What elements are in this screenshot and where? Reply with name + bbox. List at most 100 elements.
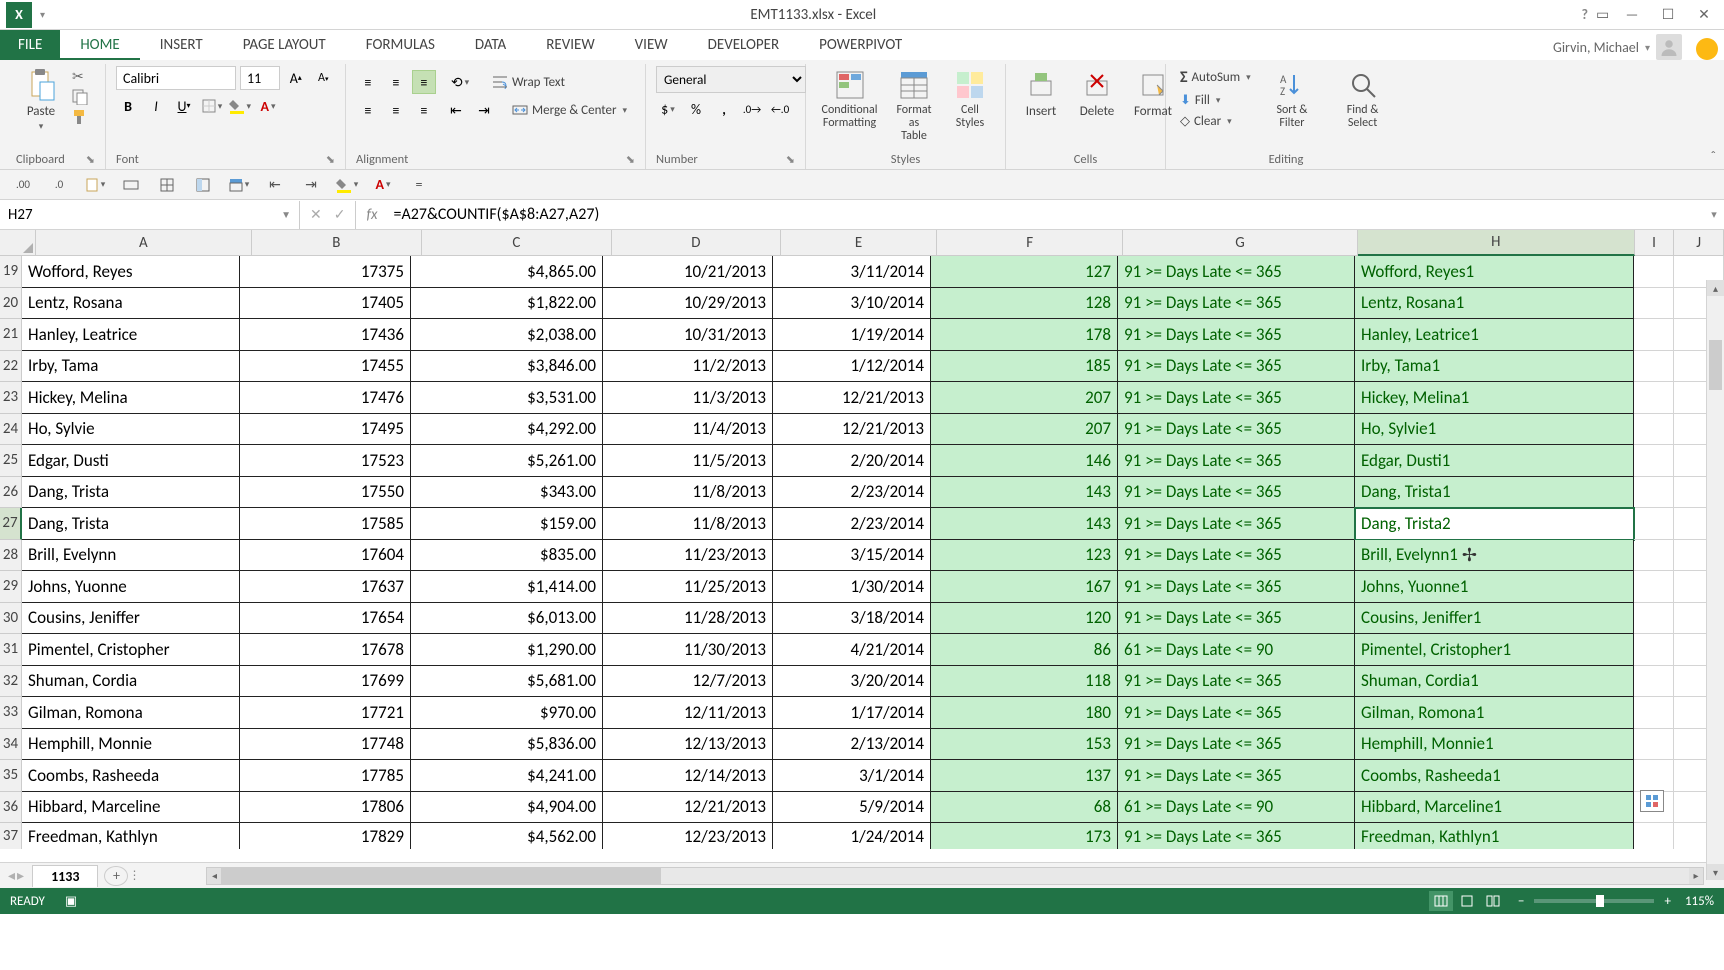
- cell[interactable]: Gilman, Romona1: [1355, 697, 1634, 729]
- cell[interactable]: $4,292.00: [411, 414, 603, 446]
- cell[interactable]: $970.00: [411, 697, 603, 729]
- tab-home[interactable]: HOME: [60, 30, 139, 60]
- cell[interactable]: $4,865.00: [411, 256, 603, 288]
- cell[interactable]: 17550: [240, 477, 411, 509]
- row-header[interactable]: 35: [0, 760, 22, 792]
- cell[interactable]: [1634, 666, 1674, 698]
- find-select-button[interactable]: Find & Select: [1329, 66, 1396, 132]
- align-right-icon[interactable]: ≡: [412, 98, 436, 122]
- cell[interactable]: 68: [931, 792, 1118, 824]
- cell[interactable]: 1/12/2014: [773, 351, 931, 383]
- cell[interactable]: 17436: [240, 319, 411, 351]
- cell[interactable]: Irby, Tama: [22, 351, 240, 383]
- cell[interactable]: 17678: [240, 634, 411, 666]
- cell[interactable]: $5,261.00: [411, 445, 603, 477]
- cell[interactable]: $1,290.00: [411, 634, 603, 666]
- close-icon[interactable]: ✕: [1690, 4, 1718, 26]
- cell[interactable]: [1634, 697, 1674, 729]
- cell[interactable]: Lentz, Rosana1: [1355, 288, 1634, 320]
- merge-center-button[interactable]: Merge & Center: [508, 101, 631, 120]
- accounting-format-icon[interactable]: $: [656, 97, 680, 121]
- column-header-D[interactable]: D: [612, 230, 781, 256]
- cell[interactable]: 17699: [240, 666, 411, 698]
- cell[interactable]: Hanley, Leatrice1: [1355, 319, 1634, 351]
- cell[interactable]: $1,414.00: [411, 571, 603, 603]
- cell[interactable]: 137: [931, 760, 1118, 792]
- cell[interactable]: 10/21/2013: [603, 256, 773, 288]
- maximize-icon[interactable]: ☐: [1654, 4, 1682, 26]
- cell[interactable]: Hemphill, Monnie1: [1355, 729, 1634, 761]
- cell[interactable]: 11/4/2013: [603, 414, 773, 446]
- cell[interactable]: 91 >= Days Late <= 365: [1118, 823, 1355, 849]
- row-header[interactable]: 25: [0, 445, 22, 477]
- cell[interactable]: 12/13/2013: [603, 729, 773, 761]
- font-color-icon[interactable]: A: [256, 94, 280, 118]
- cell[interactable]: 61 >= Days Late <= 90: [1118, 792, 1355, 824]
- zoom-out-icon[interactable]: −: [1518, 894, 1524, 909]
- cell[interactable]: 91 >= Days Late <= 365: [1118, 256, 1355, 288]
- cell[interactable]: 2/23/2014: [773, 477, 931, 509]
- row-header[interactable]: 36: [0, 792, 22, 824]
- row-header[interactable]: 19: [0, 256, 22, 288]
- number-dialog-launcher[interactable]: ⬊: [786, 153, 795, 166]
- cell[interactable]: 61 >= Days Late <= 90: [1118, 634, 1355, 666]
- cell[interactable]: $159.00: [411, 508, 603, 540]
- insert-cells-button[interactable]: Insert: [1016, 66, 1066, 121]
- increase-decimal-icon[interactable]: .0→: [740, 97, 764, 121]
- cell[interactable]: 11/23/2013: [603, 540, 773, 572]
- cell[interactable]: 178: [931, 319, 1118, 351]
- cell[interactable]: [1634, 445, 1674, 477]
- cell[interactable]: $5,836.00: [411, 729, 603, 761]
- add-sheet-icon[interactable]: +: [104, 866, 128, 886]
- tab-developer[interactable]: DEVELOPER: [688, 30, 800, 60]
- cell[interactable]: 11/8/2013: [603, 508, 773, 540]
- cell[interactable]: 128: [931, 288, 1118, 320]
- format-painter-icon[interactable]: [72, 109, 88, 125]
- cell[interactable]: 3/18/2014: [773, 603, 931, 635]
- formula-input[interactable]: [388, 205, 1704, 224]
- cell[interactable]: 180: [931, 697, 1118, 729]
- cell[interactable]: Freedman, Kathlyn1: [1355, 823, 1634, 849]
- underline-button[interactable]: U▾: [172, 94, 196, 118]
- clipboard-dialog-launcher[interactable]: ⬊: [86, 153, 95, 166]
- cell[interactable]: 91 >= Days Late <= 365: [1118, 540, 1355, 572]
- cell[interactable]: 4/21/2014: [773, 634, 931, 666]
- cell[interactable]: 120: [931, 603, 1118, 635]
- cell[interactable]: 91 >= Days Late <= 365: [1118, 508, 1355, 540]
- cell[interactable]: 5/9/2014: [773, 792, 931, 824]
- qa-table-icon[interactable]: [226, 173, 252, 197]
- align-center-icon[interactable]: ≡: [384, 98, 408, 122]
- tab-powerpivot[interactable]: POWERPIVOT: [799, 30, 922, 60]
- cell[interactable]: [1634, 319, 1674, 351]
- file-tab[interactable]: FILE: [0, 30, 60, 60]
- font-dialog-launcher[interactable]: ⬊: [326, 153, 335, 166]
- cell[interactable]: 11/2/2013: [603, 351, 773, 383]
- cell[interactable]: Wofford, Reyes: [22, 256, 240, 288]
- zoom-in-icon[interactable]: +: [1664, 894, 1670, 909]
- column-header-A[interactable]: A: [36, 230, 252, 256]
- cell[interactable]: 91 >= Days Late <= 365: [1118, 319, 1355, 351]
- cell[interactable]: 10/29/2013: [603, 288, 773, 320]
- cell[interactable]: Hibbard, Marceline: [22, 792, 240, 824]
- cell[interactable]: Freedman, Kathlyn: [22, 823, 240, 849]
- cell[interactable]: 3/15/2014: [773, 540, 931, 572]
- row-header[interactable]: 37: [0, 823, 22, 849]
- row-header[interactable]: 20: [0, 288, 22, 320]
- cell[interactable]: 17523: [240, 445, 411, 477]
- cell[interactable]: 11/8/2013: [603, 477, 773, 509]
- cell[interactable]: [1634, 288, 1674, 320]
- cell[interactable]: Shuman, Cordia1: [1355, 666, 1634, 698]
- scroll-up-icon[interactable]: ▴: [1707, 280, 1724, 296]
- row-header[interactable]: 24: [0, 414, 22, 446]
- increase-font-icon[interactable]: A▴: [284, 66, 308, 90]
- cell[interactable]: Hickey, Melina1: [1355, 382, 1634, 414]
- cell[interactable]: 12/7/2013: [603, 666, 773, 698]
- cell[interactable]: 11/3/2013: [603, 382, 773, 414]
- cell[interactable]: Wofford, Reyes1: [1355, 256, 1634, 288]
- cell[interactable]: 17604: [240, 540, 411, 572]
- cell[interactable]: 167: [931, 571, 1118, 603]
- cell[interactable]: 17495: [240, 414, 411, 446]
- minimize-icon[interactable]: —: [1618, 4, 1646, 26]
- zoom-slider[interactable]: [1534, 899, 1654, 903]
- cell[interactable]: Dang, Trista1: [1355, 477, 1634, 509]
